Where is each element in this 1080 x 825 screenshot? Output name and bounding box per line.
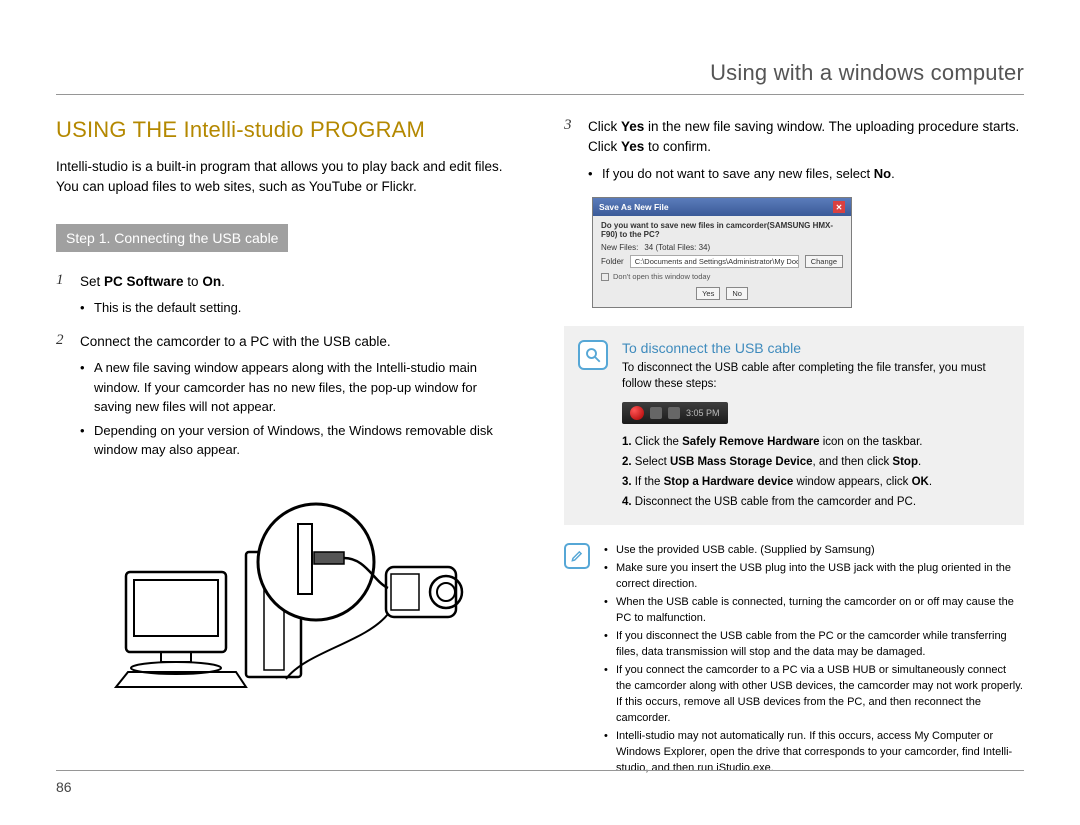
left-column: USING THE Intelli-studio PROGRAM Intelli… bbox=[56, 117, 516, 779]
change-button[interactable]: Change bbox=[805, 255, 843, 268]
page-number: 86 bbox=[56, 770, 1024, 795]
yes-button[interactable]: Yes bbox=[696, 287, 720, 300]
notes-list: Use the provided USB cable. (Supplied by… bbox=[604, 543, 1024, 778]
t: window appears, click bbox=[793, 476, 911, 488]
step1-item-2: 2 Connect the camcorder to a PC with the… bbox=[56, 332, 516, 464]
t: OK bbox=[912, 476, 929, 488]
note-item: If you disconnect the USB cable from the… bbox=[604, 629, 1024, 661]
bullet: This is the default setting. bbox=[80, 298, 516, 318]
bullet: If you do not want to save any new files… bbox=[588, 164, 1024, 184]
t: If the bbox=[635, 476, 664, 488]
page-header: Using with a windows computer bbox=[56, 60, 1024, 95]
notes-block: Use the provided USB cable. (Supplied by… bbox=[564, 543, 1024, 778]
close-icon[interactable]: ✕ bbox=[833, 201, 845, 213]
bullet: Depending on your version of Windows, th… bbox=[80, 421, 516, 460]
t: Click bbox=[588, 119, 621, 134]
disconnect-heading: To disconnect the USB cable bbox=[622, 340, 1008, 356]
d-step: 3. If the Stop a Hardware device window … bbox=[622, 474, 1008, 492]
d-step: 2. Select USB Mass Storage Device, and t… bbox=[622, 454, 1008, 472]
safely-remove-hardware-icon[interactable] bbox=[630, 406, 644, 420]
dont-open-label: Don't open this window today bbox=[613, 272, 710, 281]
save-as-new-file-dialog: Save As New File ✕ Do you want to save n… bbox=[592, 197, 852, 308]
t: If you do not want to save any new files… bbox=[602, 166, 874, 181]
folder-label: Folder bbox=[601, 257, 624, 266]
newfiles-label: New Files: bbox=[601, 243, 638, 252]
intro-paragraph: Intelli-studio is a built-in program tha… bbox=[56, 157, 516, 196]
t: On bbox=[202, 274, 221, 289]
step3-body: Click Yes in the new file saving window.… bbox=[588, 117, 1024, 187]
d-step: 1. Click the Safely Remove Hardware icon… bbox=[622, 434, 1008, 452]
step1-bar: Step 1. Connecting the USB cable bbox=[56, 224, 288, 252]
taskbar-mock: 3:05 PM bbox=[622, 402, 728, 424]
step3-num: 3 bbox=[564, 117, 576, 187]
step1-list: 1 Set PC Software to On. This is the def… bbox=[56, 272, 516, 464]
t: Connect the camcorder to a PC with the U… bbox=[80, 334, 391, 349]
n: 1. bbox=[622, 436, 632, 448]
t: Set bbox=[80, 274, 104, 289]
note-item: Use the provided USB cable. (Supplied by… bbox=[604, 543, 1024, 559]
taskbar-item-icon bbox=[650, 407, 662, 419]
folder-path: C:\Documents and Settings\Administrator\… bbox=[630, 255, 799, 268]
t: Click the bbox=[635, 436, 682, 448]
step3-item: 3 Click Yes in the new file saving windo… bbox=[564, 117, 1024, 187]
step1-body-1: Set PC Software to On. This is the defau… bbox=[80, 272, 516, 322]
disconnect-steps: 1. Click the Safely Remove Hardware icon… bbox=[622, 434, 1008, 511]
no-button[interactable]: No bbox=[726, 287, 748, 300]
t: , and then click bbox=[813, 456, 893, 468]
disconnect-callout: To disconnect the USB cable To disconnec… bbox=[564, 326, 1024, 525]
d-step: 4. Disconnect the USB cable from the cam… bbox=[622, 494, 1008, 512]
note-item: If you connect the camcorder to a PC via… bbox=[604, 663, 1024, 727]
t: Disconnect the USB cable from the camcor… bbox=[635, 496, 916, 508]
content-columns: USING THE Intelli-studio PROGRAM Intelli… bbox=[56, 117, 1024, 779]
t: Safely Remove Hardware bbox=[682, 436, 819, 448]
t: PC Software bbox=[104, 274, 184, 289]
t: . bbox=[891, 166, 895, 181]
t: Yes bbox=[621, 119, 644, 134]
note-item: Make sure you insert the USB plug into t… bbox=[604, 561, 1024, 593]
newfiles-value: 34 (Total Files: 34) bbox=[644, 243, 710, 252]
t: to confirm. bbox=[644, 139, 711, 154]
right-column: 3 Click Yes in the new file saving windo… bbox=[564, 117, 1024, 779]
n: 4. bbox=[622, 496, 632, 508]
section-title: USING THE Intelli-studio PROGRAM bbox=[56, 117, 516, 143]
t: USB Mass Storage Device bbox=[670, 456, 813, 468]
pencil-note-icon bbox=[564, 543, 590, 569]
t: Yes bbox=[621, 139, 644, 154]
disconnect-lead: To disconnect the USB cable after comple… bbox=[622, 360, 1008, 392]
n: 2. bbox=[622, 456, 632, 468]
note-item: When the USB cable is connected, turning… bbox=[604, 595, 1024, 627]
t: . bbox=[929, 476, 932, 488]
connection-illustration bbox=[56, 482, 516, 692]
taskbar-time: 3:05 PM bbox=[686, 408, 720, 418]
step1-num-1: 1 bbox=[56, 272, 68, 322]
t: No bbox=[874, 166, 891, 181]
n: 3. bbox=[622, 476, 632, 488]
dialog-title: Save As New File bbox=[599, 202, 669, 212]
step1-num-2: 2 bbox=[56, 332, 68, 464]
step1-body-2: Connect the camcorder to a PC with the U… bbox=[80, 332, 516, 464]
t: . bbox=[221, 274, 225, 289]
t: icon on the taskbar. bbox=[820, 436, 923, 448]
t: . bbox=[918, 456, 921, 468]
step1-item-1: 1 Set PC Software to On. This is the def… bbox=[56, 272, 516, 322]
dialog-question: Do you want to save new files in camcord… bbox=[601, 221, 843, 239]
t: Select bbox=[635, 456, 670, 468]
bullet: A new file saving window appears along w… bbox=[80, 358, 516, 417]
t: to bbox=[184, 274, 203, 289]
taskbar-item-icon bbox=[668, 407, 680, 419]
t: Stop bbox=[892, 456, 918, 468]
t: Stop a Hardware device bbox=[664, 476, 794, 488]
magnifier-icon bbox=[578, 340, 608, 370]
checkbox-icon[interactable] bbox=[601, 273, 609, 281]
dialog-titlebar: Save As New File ✕ bbox=[593, 198, 851, 216]
